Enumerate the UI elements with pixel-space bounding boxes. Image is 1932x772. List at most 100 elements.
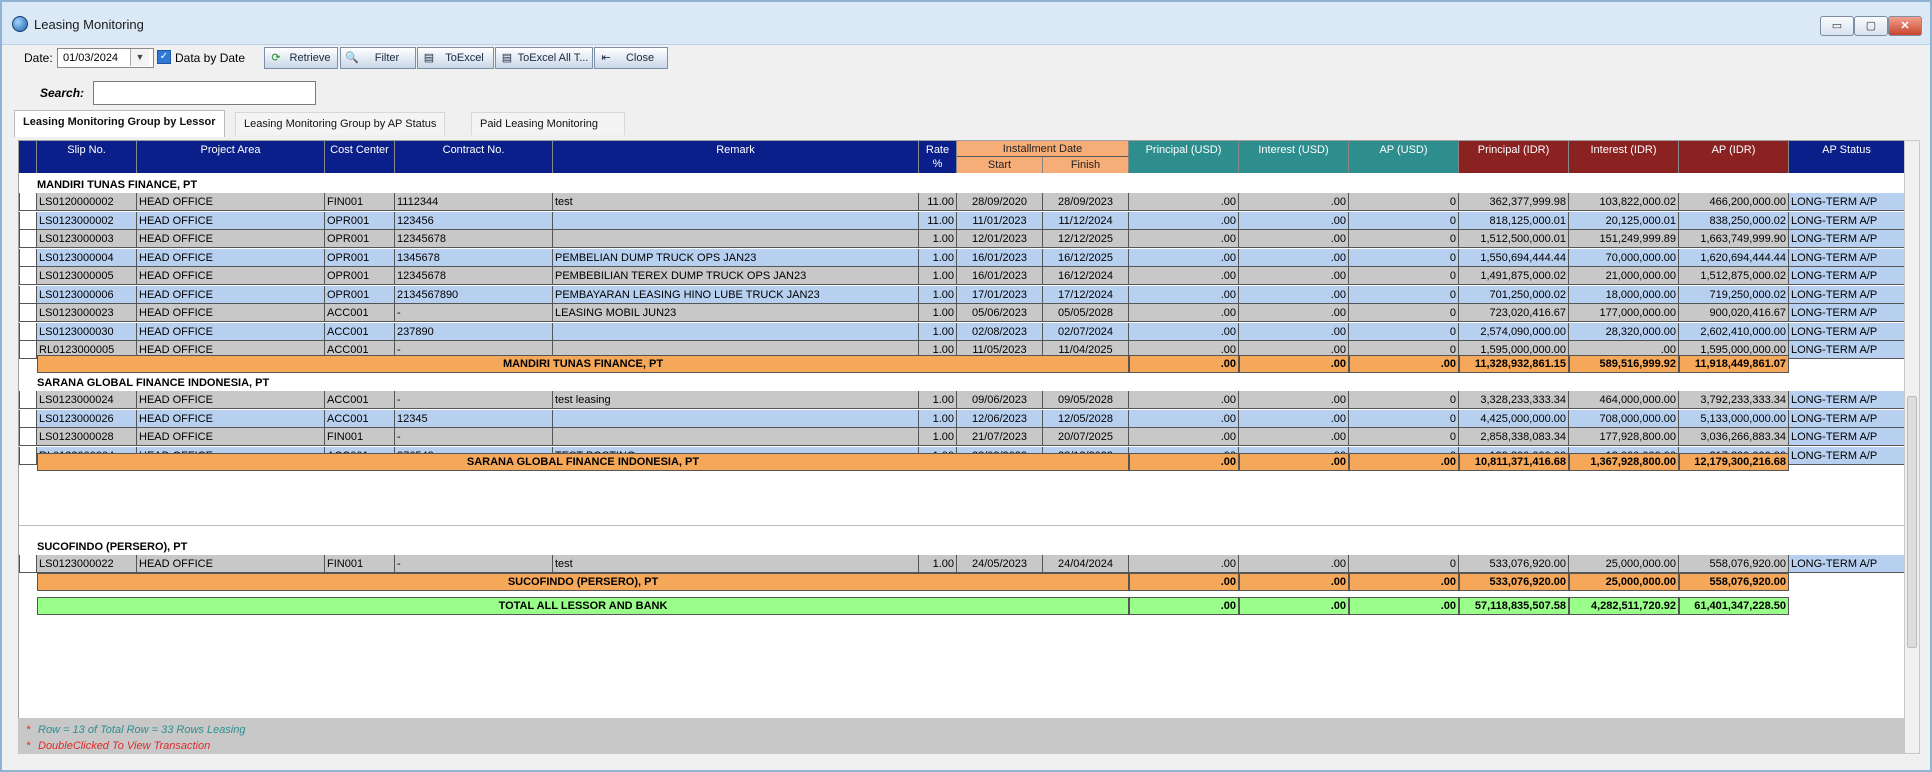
cell-interest-usd[interactable]: .00: [1239, 322, 1349, 341]
header-contract-no[interactable]: Contract No.: [395, 141, 553, 173]
cell-cost-center[interactable]: ACC001: [325, 322, 395, 341]
vertical-scrollbar[interactable]: [1904, 140, 1920, 754]
cell-interest-usd[interactable]: .00: [1239, 391, 1349, 409]
cell-contract-no[interactable]: -: [395, 555, 553, 573]
cell-slip-no[interactable]: LS0123000003: [37, 230, 137, 248]
cell-remark[interactable]: LEASING MOBIL JUN23: [553, 304, 919, 322]
cell-slip-no[interactable]: LS0123000005: [37, 267, 137, 285]
cell-start[interactable]: 28/09/2020: [957, 193, 1043, 211]
cell-ap-idr[interactable]: 5,133,000,000.00: [1679, 409, 1789, 428]
row-selector[interactable]: [19, 248, 37, 267]
row-selector[interactable]: [19, 446, 37, 465]
cell-rate[interactable]: 11.00: [919, 193, 957, 211]
cell-ap-status[interactable]: LONG-TERM A/P: [1789, 267, 1905, 285]
cell-rate[interactable]: 11.00: [919, 211, 957, 230]
row-selector[interactable]: [19, 211, 37, 230]
row-selector[interactable]: [19, 267, 37, 285]
cell-cost-center[interactable]: ACC001: [325, 304, 395, 322]
scrollbar-thumb[interactable]: [1907, 396, 1917, 648]
cell-principal-usd[interactable]: .00: [1129, 409, 1239, 428]
to-excel-all-button[interactable]: ▤ ToExcel All T...: [495, 47, 593, 69]
cell-rate[interactable]: 1.00: [919, 230, 957, 248]
cell-remark[interactable]: [553, 230, 919, 248]
cell-start[interactable]: 11/01/2023: [957, 211, 1043, 230]
filter-button[interactable]: 🔍 Filter: [340, 47, 416, 69]
cell-principal-idr[interactable]: 2,574,090,000.00: [1459, 322, 1569, 341]
cell-principal-usd[interactable]: .00: [1129, 267, 1239, 285]
cell-ap-status[interactable]: LONG-TERM A/P: [1789, 193, 1905, 211]
cell-ap-idr[interactable]: 3,792,233,333.34: [1679, 391, 1789, 409]
cell-principal-usd[interactable]: .00: [1129, 555, 1239, 573]
table-row[interactable]: LS0123000030 HEAD OFFICE ACC001 237890 1.00 0…: [19, 322, 1905, 341]
cell-rate[interactable]: 1.00: [919, 428, 957, 446]
cell-finish[interactable]: 28/09/2023: [1043, 193, 1129, 211]
table-row[interactable]: LS0123000006 HEAD OFFICE OPR001 2134567890 P…: [19, 285, 1905, 304]
cell-principal-idr[interactable]: 3,328,233,333.34: [1459, 391, 1569, 409]
cell-slip-no[interactable]: LS0120000002: [37, 193, 137, 211]
cell-rate[interactable]: 1.00: [919, 322, 957, 341]
header-interest-idr[interactable]: Interest (IDR): [1569, 141, 1679, 173]
cell-cost-center[interactable]: OPR001: [325, 211, 395, 230]
cell-rate[interactable]: 1.00: [919, 409, 957, 428]
cell-ap-usd[interactable]: 0: [1349, 304, 1459, 322]
cell-contract-no[interactable]: 123456: [395, 211, 553, 230]
cell-rate[interactable]: 1.00: [919, 304, 957, 322]
cell-start[interactable]: 16/01/2023: [957, 267, 1043, 285]
cell-principal-idr[interactable]: 533,076,920.00: [1459, 555, 1569, 573]
cell-interest-usd[interactable]: .00: [1239, 285, 1349, 304]
cell-project-area[interactable]: HEAD OFFICE: [137, 285, 325, 304]
cell-ap-usd[interactable]: 0: [1349, 248, 1459, 267]
cell-start[interactable]: 05/06/2023: [957, 304, 1043, 322]
cell-rate[interactable]: 1.00: [919, 391, 957, 409]
to-excel-button[interactable]: ▤ ToExcel: [417, 47, 494, 69]
tab-group-by-ap-status[interactable]: Leasing Monitoring Group by AP Status: [235, 112, 446, 135]
cell-interest-idr[interactable]: 151,249,999.89: [1569, 230, 1679, 248]
cell-principal-idr[interactable]: 723,020,416.67: [1459, 304, 1569, 322]
cell-start[interactable]: 16/01/2023: [957, 248, 1043, 267]
cell-project-area[interactable]: HEAD OFFICE: [137, 193, 325, 211]
cell-ap-status[interactable]: LONG-TERM A/P: [1789, 230, 1905, 248]
cell-slip-no[interactable]: LS0123000006: [37, 285, 137, 304]
cell-ap-idr[interactable]: 1,663,749,999.90: [1679, 230, 1789, 248]
cell-finish[interactable]: 20/07/2025: [1043, 428, 1129, 446]
cell-ap-usd[interactable]: 0: [1349, 391, 1459, 409]
header-finish[interactable]: Finish: [1043, 157, 1129, 173]
row-selector[interactable]: [19, 193, 37, 211]
cell-principal-idr[interactable]: 362,377,999.98: [1459, 193, 1569, 211]
cell-contract-no[interactable]: 12345678: [395, 230, 553, 248]
tab-paid-leasing[interactable]: Paid Leasing Monitoring: [471, 112, 625, 135]
table-row[interactable]: LS0123000003 HEAD OFFICE OPR001 12345678 1.0…: [19, 230, 1905, 248]
cell-start[interactable]: 12/01/2023: [957, 230, 1043, 248]
header-project-area[interactable]: Project Area: [137, 141, 325, 173]
cell-slip-no[interactable]: LS0123000004: [37, 248, 137, 267]
cell-slip-no[interactable]: LS0123000023: [37, 304, 137, 322]
cell-cost-center[interactable]: FIN001: [325, 193, 395, 211]
leasing-grid[interactable]: Slip No. Project Area Cost Center Contract …: [18, 140, 1906, 754]
cell-rate[interactable]: 1.00: [919, 267, 957, 285]
row-selector[interactable]: [19, 230, 37, 248]
cell-project-area[interactable]: HEAD OFFICE: [137, 248, 325, 267]
cell-ap-idr[interactable]: 558,076,920.00: [1679, 555, 1789, 573]
cell-remark[interactable]: [553, 322, 919, 341]
cell-contract-no[interactable]: -: [395, 391, 553, 409]
cell-rate[interactable]: 1.00: [919, 555, 957, 573]
cell-finish[interactable]: 12/12/2025: [1043, 230, 1129, 248]
cell-project-area[interactable]: HEAD OFFICE: [137, 428, 325, 446]
cell-project-area[interactable]: HEAD OFFICE: [137, 322, 325, 341]
cell-remark[interactable]: PEMBAYARAN LEASING HINO LUBE TRUCK JAN23: [553, 285, 919, 304]
cell-interest-idr[interactable]: 70,000,000.00: [1569, 248, 1679, 267]
cell-slip-no[interactable]: LS0123000026: [37, 409, 137, 428]
date-dropdown-chevron-icon[interactable]: ▼: [130, 49, 149, 66]
row-selector[interactable]: [19, 555, 37, 573]
cell-finish[interactable]: 24/04/2024: [1043, 555, 1129, 573]
cell-project-area[interactable]: HEAD OFFICE: [137, 304, 325, 322]
cell-start[interactable]: 17/01/2023: [957, 285, 1043, 304]
cell-principal-usd[interactable]: .00: [1129, 304, 1239, 322]
close-window-button[interactable]: ✕: [1888, 16, 1922, 36]
cell-principal-idr[interactable]: 1,512,500,000.01: [1459, 230, 1569, 248]
data-by-date-checkbox[interactable]: ✓: [157, 50, 171, 64]
row-selector[interactable]: [19, 341, 37, 359]
row-selector[interactable]: [19, 391, 37, 409]
cell-ap-idr[interactable]: 838,250,000.02: [1679, 211, 1789, 230]
cell-cost-center[interactable]: OPR001: [325, 248, 395, 267]
